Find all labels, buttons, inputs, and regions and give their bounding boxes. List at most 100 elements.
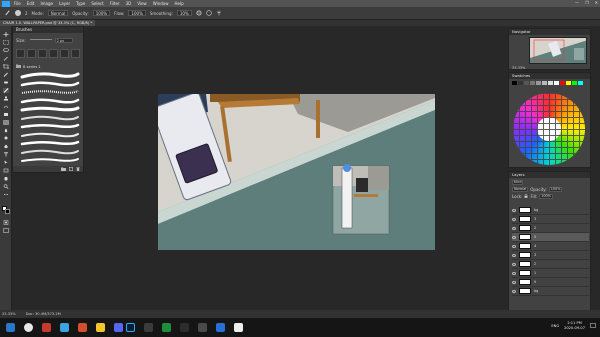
brush-stroke-preset[interactable]: [16, 88, 82, 97]
minimize-button[interactable]: —: [575, 0, 579, 7]
menu-3d[interactable]: 3D: [126, 1, 132, 6]
recent-brush-preset[interactable]: [38, 49, 47, 58]
photoshop-taskbar-icon[interactable]: [126, 323, 135, 332]
layer-row[interactable]: 0: [512, 278, 589, 287]
color-swatch[interactable]: [512, 81, 517, 85]
maximize-button[interactable]: ❐: [585, 0, 589, 7]
menu-type[interactable]: Type: [76, 1, 85, 6]
recent-brush-preset[interactable]: [27, 49, 36, 58]
brush-tool-icon[interactable]: [3, 88, 9, 93]
brush-size-value[interactable]: 2: [25, 11, 28, 16]
color-swatch[interactable]: [554, 81, 559, 85]
app-icon[interactable]: [198, 323, 207, 332]
recent-brush-preset[interactable]: [16, 49, 25, 58]
history-brush-tool-icon[interactable]: [3, 104, 9, 109]
app-icon[interactable]: [60, 323, 69, 332]
visibility-eye-icon[interactable]: [512, 226, 516, 230]
windows-start-icon[interactable]: [6, 323, 15, 332]
navigator-thumbnail[interactable]: [529, 37, 587, 64]
file-explorer-icon[interactable]: [96, 323, 105, 332]
type-tool-icon[interactable]: [3, 152, 9, 157]
quick-mask-icon[interactable]: [3, 220, 9, 225]
path-selection-tool-icon[interactable]: [3, 160, 9, 165]
flow-field[interactable]: 100%: [128, 10, 146, 16]
color-swatch[interactable]: [578, 81, 583, 85]
visibility-eye-icon[interactable]: [512, 262, 516, 266]
marquee-tool-icon[interactable]: [3, 40, 9, 45]
eyedropper-tool-icon[interactable]: [3, 72, 9, 77]
blur-tool-icon[interactable]: [3, 128, 9, 133]
app-icon[interactable]: [216, 323, 225, 332]
notifications-icon[interactable]: [590, 322, 596, 330]
layer-row[interactable]: bg: [512, 287, 589, 296]
layer-row[interactable]: 4: [512, 242, 589, 251]
layers-panel-title[interactable]: Layers: [509, 172, 590, 178]
app-icon[interactable]: [234, 323, 243, 332]
color-swatch[interactable]: [530, 81, 535, 85]
mode-dropdown[interactable]: Normal: [47, 10, 69, 16]
gradient-tool-icon[interactable]: [3, 120, 9, 125]
recent-brush-preset[interactable]: [60, 49, 69, 58]
screen-mode-icon[interactable]: [3, 228, 9, 233]
layer-row[interactable]: 1: [512, 269, 589, 278]
zoom-tool-icon[interactable]: [3, 184, 9, 189]
app-icon[interactable]: [42, 323, 51, 332]
crop-tool-icon[interactable]: [3, 64, 9, 69]
delete-brush-icon[interactable]: [76, 166, 80, 172]
layer-row[interactable]: 3: [512, 251, 589, 260]
opacity-field[interactable]: 100%: [92, 10, 111, 16]
brush-stroke-preset[interactable]: [16, 156, 82, 165]
color-swatch[interactable]: [518, 81, 523, 85]
visibility-eye-icon[interactable]: [512, 289, 516, 293]
search-icon[interactable]: [24, 323, 33, 332]
color-swatch[interactable]: [542, 81, 547, 85]
brush-size-slider[interactable]: [30, 39, 52, 40]
menu-view[interactable]: View: [137, 1, 147, 6]
color-swatch[interactable]: [524, 81, 529, 85]
visibility-eye-icon[interactable]: [512, 244, 516, 248]
menu-edit[interactable]: Edit: [27, 1, 35, 6]
brush-stroke-preset[interactable]: [16, 131, 82, 140]
settings-gear-icon[interactable]: [196, 9, 202, 17]
discord-icon[interactable]: [114, 323, 123, 332]
app-icon[interactable]: [78, 323, 87, 332]
brushes-panel-title[interactable]: Brushes: [13, 27, 83, 33]
color-swatch[interactable]: [536, 81, 541, 85]
layer-fill-field[interactable]: 100%: [539, 194, 553, 199]
app-icon[interactable]: [180, 323, 189, 332]
menu-help[interactable]: Help: [174, 1, 183, 6]
color-swatch[interactable]: [566, 81, 571, 85]
status-zoom[interactable]: 33.33%: [2, 312, 16, 316]
clone-stamp-tool-icon[interactable]: [3, 96, 9, 101]
navigator-zoom-value[interactable]: 33.33%: [512, 66, 525, 70]
eraser-tool-icon[interactable]: [3, 112, 9, 117]
brush-stroke-preset[interactable]: [16, 122, 82, 131]
layer-row[interactable]: 2: [512, 260, 589, 269]
recent-brush-preset[interactable]: [49, 49, 58, 58]
lock-icon[interactable]: [524, 193, 528, 199]
brush-size-field[interactable]: 2 px: [54, 37, 73, 43]
layer-row[interactable]: 2: [512, 224, 589, 233]
new-brush-icon[interactable]: [69, 166, 74, 172]
color-swatch[interactable]: [548, 81, 553, 85]
visibility-eye-icon[interactable]: [512, 217, 516, 221]
color-swatch[interactable]: [572, 81, 577, 85]
layer-row[interactable]: bg: [512, 206, 589, 215]
color-wheel-swatches[interactable]: [513, 93, 585, 165]
swatches-panel-title[interactable]: Swatches: [509, 73, 590, 79]
color-swatch[interactable]: [560, 81, 565, 85]
brush-stroke-preset[interactable]: [16, 148, 82, 157]
brush-tool-icon[interactable]: [4, 9, 11, 17]
pen-tool-icon[interactable]: [3, 144, 9, 149]
layer-filter-kind[interactable]: Kind: [512, 180, 524, 185]
blend-mode-dropdown[interactable]: Normal: [512, 187, 529, 192]
recent-brush-preset[interactable]: [71, 49, 80, 58]
brush-stroke-preset[interactable]: [16, 97, 82, 106]
visibility-eye-icon[interactable]: [512, 235, 516, 239]
visibility-eye-icon[interactable]: [512, 208, 516, 212]
visibility-eye-icon[interactable]: [512, 253, 516, 257]
brush-stroke-preset[interactable]: [16, 139, 82, 148]
app-icon[interactable]: [162, 323, 171, 332]
hand-tool-icon[interactable]: [3, 176, 9, 181]
brush-stroke-preset[interactable]: [16, 114, 82, 123]
